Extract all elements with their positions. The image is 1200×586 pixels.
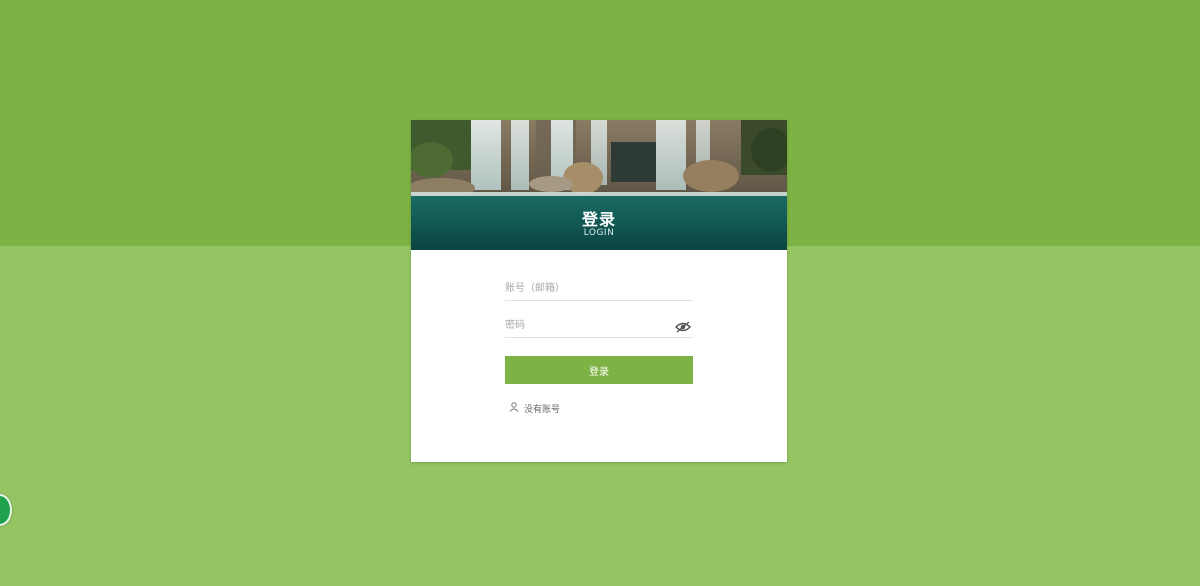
register-link[interactable]: 没有账号 [509,401,560,415]
password-input[interactable] [505,315,675,335]
eye-slash-icon[interactable] [675,318,691,333]
login-button[interactable]: 登录 [505,356,693,384]
account-input[interactable] [505,278,675,298]
user-icon [509,401,519,415]
register-label: 没有账号 [524,404,561,415]
password-field [505,315,693,338]
login-banner: 登录 LOGIN [411,120,787,250]
login-subtitle: LOGIN [583,228,615,238]
login-card: 登录 LOGIN 登录 没有账号 [411,120,787,462]
account-field [505,278,693,301]
login-title: 登录 [581,210,616,229]
floating-service-icon[interactable] [0,494,12,526]
